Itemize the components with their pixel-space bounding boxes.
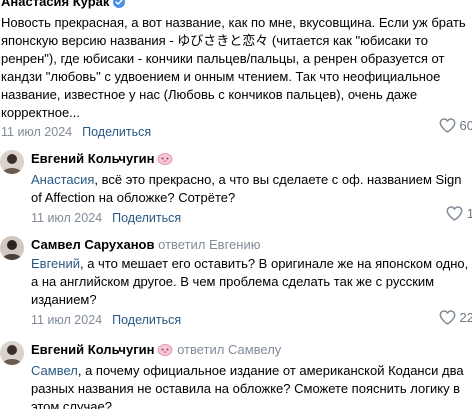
comment-text: Анастасия, всё это прекрасно, а что вы с… (31, 172, 462, 205)
reply-to-label[interactable]: ответил Евгению (158, 237, 260, 252)
heart-outline-icon (439, 118, 456, 133)
comments-thread: Анастасия Курак Новость прекрасная, а во… (0, 0, 472, 409)
pink-sticker-badge-icon (157, 343, 173, 361)
mention-link[interactable]: Самвел (31, 363, 78, 378)
like-count: 60 (459, 118, 472, 133)
comment-author[interactable]: Евгений Кольчугин (31, 151, 154, 166)
mention-link[interactable]: Евгений (31, 256, 80, 271)
like-button[interactable]: 22 (439, 310, 472, 325)
like-button[interactable]: 1 (446, 206, 472, 221)
comment-text: Самвел, а почему официальное издание от … (31, 363, 464, 409)
share-link[interactable]: Поделиться (112, 211, 181, 225)
comment-date[interactable]: 11 июл 2024 (31, 313, 102, 327)
comment-date[interactable]: 11 июл 2024 (31, 211, 102, 225)
heart-outline-icon (439, 310, 456, 325)
mention-link[interactable]: Анастасия (31, 172, 94, 187)
like-count: 22 (459, 310, 472, 325)
comment-author[interactable]: Анастасия Курак (1, 0, 109, 9)
comment-date[interactable]: 11 июл 2024 (1, 125, 72, 139)
comment-author[interactable]: Евгений Кольчугин (31, 342, 154, 357)
share-link[interactable]: Поделиться (112, 313, 181, 327)
pink-sticker-badge-icon (157, 152, 173, 170)
verified-check-icon (113, 0, 126, 13)
comment-reply: Самвел Саруханов ответил Евгению Евгений… (0, 236, 472, 332)
comment-text: Евгений, а что мешает его оставить? В ор… (31, 256, 469, 307)
comment-text: Новость прекрасная, а вот название, как … (1, 15, 466, 120)
comment-reply: Евгений Кольчугин ответил Самвелу Самвел… (0, 341, 472, 409)
comment: Анастасия Курак Новость прекрасная, а во… (0, 0, 472, 139)
reply-to-label[interactable]: ответил Самвелу (177, 342, 281, 357)
comment-author[interactable]: Самвел Саруханов (31, 237, 155, 252)
comment-reply: Евгений Кольчугин Анастасия, всё это пре… (0, 150, 472, 230)
avatar[interactable] (0, 341, 24, 365)
share-link[interactable]: Поделиться (82, 125, 151, 139)
heart-outline-icon (446, 206, 463, 221)
like-button[interactable]: 60 (439, 118, 472, 133)
avatar[interactable] (0, 236, 24, 260)
like-count: 1 (466, 206, 472, 221)
avatar[interactable] (0, 150, 24, 174)
